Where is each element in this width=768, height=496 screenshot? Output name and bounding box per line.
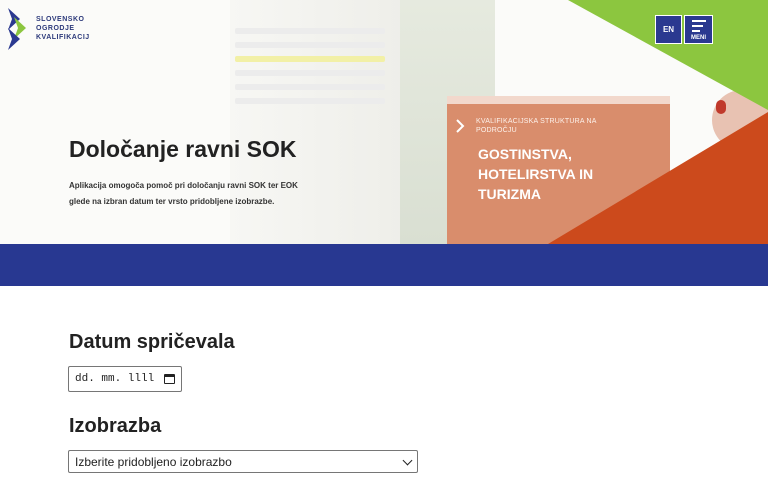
logo-chevrons-icon bbox=[8, 8, 26, 50]
logo-line-1: SLOVENSKO bbox=[36, 16, 85, 23]
certificate-date-input[interactable]: dd. mm. llll bbox=[68, 366, 182, 392]
language-button[interactable]: EN bbox=[655, 15, 682, 44]
page-subtitle: Aplikacija omogoča pomoč pri določanju r… bbox=[69, 181, 298, 206]
site-logo[interactable]: SLOVENSKO OGRODJE KVALIFIKACIJ bbox=[8, 8, 90, 50]
calendar-icon[interactable] bbox=[164, 374, 175, 384]
book-logo-icon bbox=[455, 118, 469, 136]
hero-banner: KVALIFIKACIJSKA STRUKTURA NA PODROČJU GO… bbox=[0, 0, 768, 244]
chevron-down-icon bbox=[402, 455, 413, 466]
date-input-value: dd. mm. llll bbox=[75, 373, 155, 385]
page-title: Določanje ravni SOK bbox=[69, 136, 297, 162]
education-heading: Izobrazba bbox=[69, 415, 162, 437]
menu-label: MENI bbox=[691, 35, 706, 41]
orange-triangle-decoration bbox=[548, 112, 768, 244]
logo-line-3: KVALIFIKACIJ bbox=[36, 34, 90, 41]
menu-button[interactable]: MENI bbox=[684, 15, 713, 44]
logo-text: SLOVENSKO OGRODJE KVALIFIKACIJ bbox=[36, 15, 90, 42]
hero-photo-paper bbox=[235, 20, 385, 112]
education-select-value: Izberite pridobljeno izobrazbo bbox=[75, 454, 232, 469]
education-select[interactable]: Izberite pridobljeno izobrazbo bbox=[68, 450, 418, 473]
logo-line-2: OGRODJE bbox=[36, 25, 75, 32]
menu-icon bbox=[692, 20, 706, 35]
blue-band bbox=[0, 244, 768, 286]
date-heading: Datum spričevala bbox=[69, 331, 235, 353]
